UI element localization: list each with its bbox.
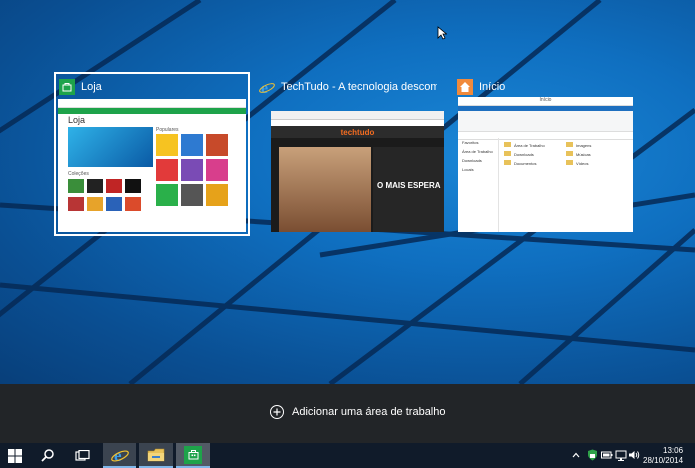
article-image	[279, 147, 371, 232]
taskbar-internet-explorer[interactable]: e	[103, 443, 136, 468]
start-icon	[8, 448, 22, 463]
app-tile	[181, 159, 203, 181]
store-section-label: Populares	[156, 127, 179, 133]
clock-time: 13:06	[663, 446, 684, 455]
window-title-inicio[interactable]: Início	[457, 79, 637, 95]
task-view-button[interactable]	[70, 443, 94, 468]
add-desktop-button[interactable]: Adicionar uma área de trabalho	[270, 405, 445, 419]
window-preview-inicio[interactable]: Início Favoritos Área de Trabalho Downlo…	[458, 97, 633, 232]
store-icon	[184, 445, 202, 464]
clock[interactable]: 13:06 28/10/2014	[643, 446, 683, 466]
battery-icon[interactable]	[601, 449, 613, 461]
article-headline: O MAIS ESPERA	[377, 181, 441, 190]
show-hidden-icons-chevron-icon[interactable]	[570, 449, 582, 461]
app-tile	[206, 134, 228, 156]
clock-date: 28/10/2014	[643, 456, 684, 465]
store-heading: Loja	[68, 115, 86, 125]
app-tile	[206, 159, 228, 181]
internet-explorer-icon: e	[110, 446, 129, 464]
plus-icon	[270, 405, 284, 419]
app-tile	[156, 159, 178, 181]
app-tile	[156, 134, 178, 156]
folder-list: Imagens Músicas Vídeos	[566, 141, 591, 168]
volume-icon[interactable]	[628, 449, 640, 461]
search-button[interactable]	[36, 443, 58, 468]
store-collections-label: Coleções	[68, 171, 89, 177]
taskbar-file-explorer[interactable]	[139, 443, 173, 468]
techtudo-logo: techtudo	[340, 127, 375, 137]
internet-explorer-icon: e	[259, 79, 275, 95]
file-explorer-home-icon	[457, 79, 473, 95]
taskbar-store[interactable]	[176, 443, 210, 468]
search-icon	[40, 449, 54, 462]
window-preview-loja[interactable]: Loja Populares Coleções	[58, 99, 246, 232]
explorer-title: Início	[458, 97, 633, 106]
app-tile	[181, 134, 203, 156]
navigation-pane: Favoritos Área de Trabalho Downloads Loc…	[458, 138, 499, 232]
folder-list: Área de Trabalho Downloads Documentos	[504, 141, 545, 168]
security-shield-icon[interactable]	[586, 449, 598, 461]
add-desktop-label: Adicionar uma área de trabalho	[292, 406, 446, 418]
file-explorer-icon	[147, 448, 165, 461]
window-title-label: TechTudo - A tecnologia descompl...	[281, 81, 437, 93]
window-title-label: Início	[479, 81, 506, 93]
task-view-icon	[74, 450, 90, 461]
start-button[interactable]	[4, 443, 26, 468]
store-hero-banner	[68, 127, 153, 167]
window-preview-techtudo[interactable]: techtudo O MAIS ESPERA	[271, 111, 444, 232]
network-icon[interactable]	[615, 449, 627, 461]
article-teaser: O MAIS ESPERA	[373, 147, 444, 232]
mouse-cursor-icon	[437, 26, 447, 40]
window-title-techtudo[interactable]: e TechTudo - A tecnologia descompl...	[259, 79, 437, 95]
desktop-wallpaper: Loja Loja Populares Coleções e TechTudo …	[0, 0, 695, 384]
